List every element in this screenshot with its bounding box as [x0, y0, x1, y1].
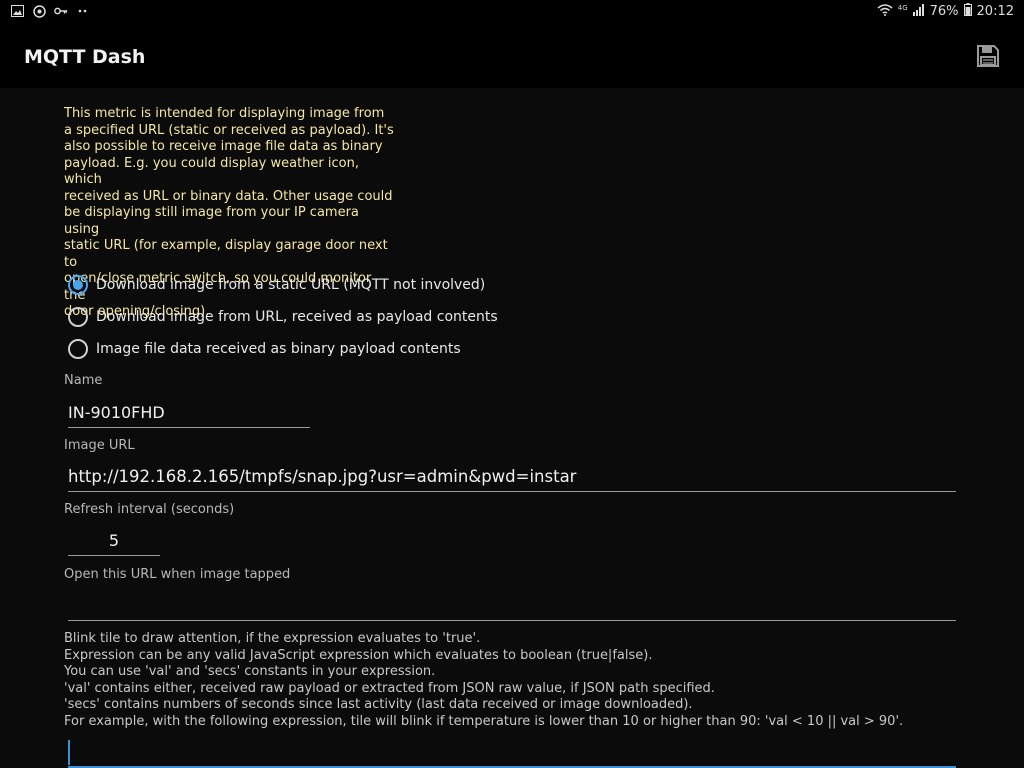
image-source-radio-group: Download image from a static URL (MQTT n…	[68, 269, 498, 365]
battery-percent: 76%	[929, 4, 959, 19]
more-dots-icon	[76, 4, 90, 18]
app-bar: MQTT Dash	[0, 24, 1024, 88]
network-type: 4G	[897, 3, 908, 12]
radio-label: Download image from URL, received as pay…	[96, 309, 498, 325]
clock: 20:12	[976, 4, 1014, 19]
help-line: Blink tile to draw attention, if the exp…	[64, 631, 481, 646]
refresh-interval-field[interactable]	[68, 526, 160, 556]
metric-editor: This metric is intended for displaying i…	[0, 88, 1024, 768]
open-url-field[interactable]	[68, 591, 956, 621]
blink-expression-field[interactable]	[68, 738, 956, 768]
battery-icon	[963, 3, 972, 20]
radio-button-checked[interactable]	[68, 275, 88, 295]
radio-url-payload[interactable]: Download image from URL, received as pay…	[68, 301, 498, 333]
open-url-label: Open this URL when image tapped	[64, 567, 291, 582]
radio-binary-payload[interactable]: Image file data received as binary paylo…	[68, 333, 498, 365]
help-line: Expression can be any valid JavaScript e…	[64, 647, 653, 663]
blink-expression-help: Blink tile to draw attention, if the exp…	[64, 631, 903, 730]
radio-button[interactable]	[68, 307, 88, 327]
gallery-icon	[10, 4, 24, 18]
status-bar: 4G 76% 20:12	[0, 0, 1024, 24]
name-label: Name	[64, 373, 103, 388]
image-url-field[interactable]	[68, 462, 956, 492]
intro-line: be displaying still image from your IP c…	[64, 205, 359, 237]
settings-icon	[32, 4, 46, 18]
save-button[interactable]	[972, 42, 1004, 74]
radio-button[interactable]	[68, 339, 88, 359]
radio-static-url[interactable]: Download image from a static URL (MQTT n…	[68, 269, 498, 301]
name-field[interactable]	[68, 398, 310, 428]
intro-line: static URL (for example, display garage …	[64, 238, 388, 270]
notification-icons	[10, 4, 90, 18]
image-url-label: Image URL	[64, 438, 135, 453]
save-icon	[976, 44, 1000, 72]
intro-line: also possible to receive image file data…	[64, 139, 383, 154]
radio-label: Image file data received as binary paylo…	[96, 341, 461, 357]
help-line: For example, with the following expressi…	[64, 713, 904, 729]
intro-line: This metric is intended for displaying i…	[64, 106, 385, 121]
signal-icon	[912, 3, 925, 20]
radio-label: Download image from a static URL (MQTT n…	[96, 277, 486, 293]
wifi-icon	[877, 3, 893, 20]
help-line: 'secs' contains numbers of seconds since…	[64, 697, 693, 712]
refresh-interval-label: Refresh interval (seconds)	[64, 502, 235, 517]
text-cursor	[68, 740, 70, 765]
help-line: You can use 'val' and 'secs' constants i…	[64, 664, 436, 679]
intro-line: received as URL or binary data. Other us…	[64, 188, 393, 204]
system-status: 4G 76% 20:12	[877, 3, 1014, 20]
intro-line: payload. E.g. you could display weather …	[64, 155, 359, 188]
help-line: 'val' contains either, received raw payl…	[64, 680, 715, 696]
key-icon	[54, 4, 68, 18]
intro-line: a specified URL (static or received as p…	[64, 122, 394, 138]
app-title: MQTT Dash	[24, 46, 146, 68]
